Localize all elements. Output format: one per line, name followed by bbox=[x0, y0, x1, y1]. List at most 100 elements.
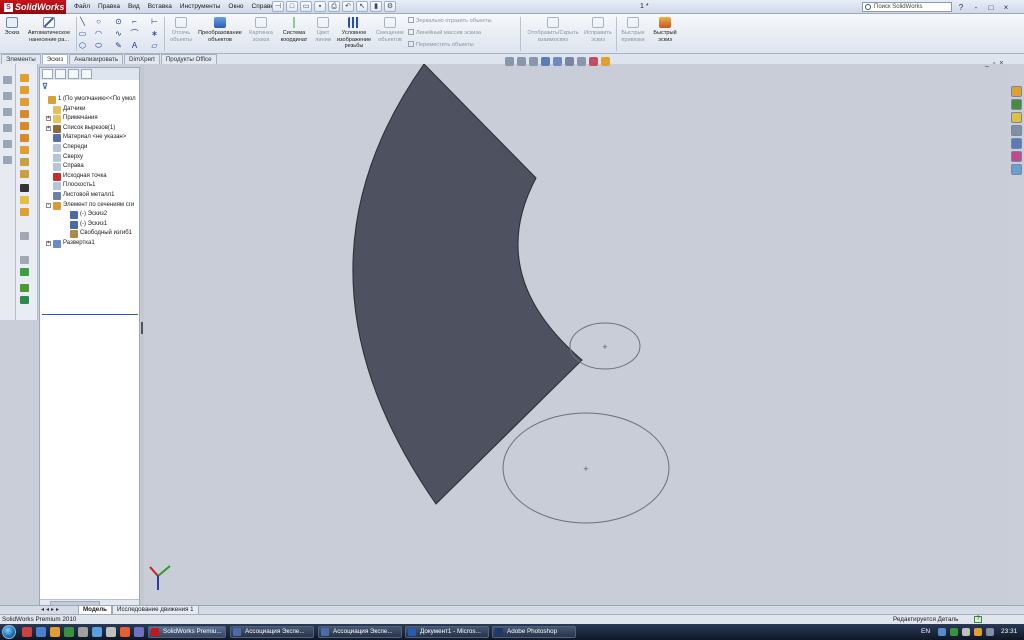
select-cursor-icon[interactable]: ↖ bbox=[356, 1, 368, 12]
edit-appearance-icon[interactable] bbox=[589, 57, 598, 66]
tree-node[interactable]: Спереди bbox=[41, 143, 139, 153]
show-hide-relations-button[interactable]: Отобразить/Скрыть взаимосвяз bbox=[524, 17, 582, 43]
taskbar-item-solidworks[interactable]: SolidWorks Premiu... bbox=[148, 626, 226, 638]
options-icon[interactable]: ⚙ bbox=[384, 1, 396, 12]
quicklaunch-icon-9[interactable] bbox=[134, 627, 144, 637]
tree-node[interactable]: 1 (По умолчанию<<По умол bbox=[41, 95, 139, 105]
expand-toggle-icon[interactable]: + bbox=[46, 116, 51, 122]
trim-button[interactable]: Отсечь объекты bbox=[168, 17, 194, 43]
custom-properties-icon[interactable] bbox=[1011, 164, 1022, 175]
repair-sketch-button[interactable]: Исправить эскиз bbox=[584, 17, 612, 43]
taskbar-item-photoshop[interactable]: Adobe Photoshop bbox=[492, 626, 576, 638]
menu-edit[interactable]: Правка bbox=[94, 0, 124, 14]
property-manager-tab-icon[interactable] bbox=[55, 69, 66, 79]
hem-icon[interactable] bbox=[20, 110, 29, 118]
dimension-sketch-icon[interactable]: ⌐ bbox=[130, 17, 139, 26]
flatten-icon[interactable] bbox=[20, 196, 29, 204]
open-folder-icon[interactable]: ▭ bbox=[300, 1, 312, 12]
apply-scene-icon[interactable] bbox=[601, 57, 610, 66]
rotate-icon[interactable] bbox=[3, 108, 12, 116]
tab-scroll-arrows[interactable]: ◂◂▸▸ bbox=[41, 606, 61, 614]
sketch-picture-button[interactable]: Картинка эскиза bbox=[246, 17, 276, 43]
quicklaunch-icon-3[interactable] bbox=[50, 627, 60, 637]
tray-icon-2[interactable] bbox=[950, 628, 958, 636]
pan-icon[interactable] bbox=[3, 124, 12, 132]
feature-tree-tab-icon[interactable] bbox=[42, 69, 53, 79]
tree-node[interactable]: (-) Эскиз1 bbox=[41, 220, 139, 230]
tree-node[interactable]: Датчики bbox=[41, 105, 139, 115]
smart-dimension-button[interactable]: Автоматическое нанесение ра... bbox=[24, 17, 74, 43]
rectangle-icon[interactable]: ▭ bbox=[78, 29, 87, 38]
quick-snaps-button[interactable]: Быстрые привязки bbox=[618, 17, 648, 43]
rebuild-icon[interactable]: ▮ bbox=[370, 1, 382, 12]
tree-node[interactable]: + Развертка1 bbox=[41, 239, 139, 249]
pin-icon[interactable]: ⊣ bbox=[272, 1, 284, 12]
undo-icon[interactable]: ↶ bbox=[342, 1, 354, 12]
language-indicator[interactable]: EN bbox=[921, 624, 930, 640]
quicklaunch-icon-8[interactable] bbox=[120, 627, 130, 637]
arc-icon[interactable]: ◠ bbox=[94, 29, 103, 38]
tree-node[interactable]: Сверху bbox=[41, 153, 139, 163]
linear-pattern-button[interactable]: Линейный массив эскиза bbox=[408, 29, 481, 37]
design-library-icon[interactable] bbox=[1011, 99, 1022, 110]
tree-node[interactable]: Справа bbox=[41, 162, 139, 172]
convert-entities-button[interactable]: Преобразование объектов bbox=[196, 17, 244, 43]
menu-file[interactable]: Файл bbox=[70, 0, 94, 14]
graphics-area[interactable]: + + bbox=[144, 63, 1008, 608]
tree-node[interactable]: Листовой металл1 bbox=[41, 191, 139, 201]
tab-dimxpert[interactable]: DimXpert bbox=[124, 54, 160, 64]
point-circle-icon[interactable]: ⊙ bbox=[114, 17, 123, 26]
text-icon[interactable]: A bbox=[130, 41, 139, 50]
tray-icon-3[interactable] bbox=[962, 628, 970, 636]
coordinate-system-button[interactable]: Система координат bbox=[278, 17, 310, 43]
tab-office-products[interactable]: Продукты Office bbox=[160, 54, 217, 64]
display-icon[interactable] bbox=[3, 156, 12, 164]
zoom-area-icon[interactable] bbox=[517, 57, 526, 66]
tree-node[interactable]: Исходная точка bbox=[41, 172, 139, 182]
view-palette-icon[interactable] bbox=[1011, 138, 1022, 149]
edge-flange-icon[interactable] bbox=[20, 86, 29, 94]
maximize-button[interactable]: □ bbox=[985, 3, 997, 12]
ellipse-icon[interactable]: ⬭ bbox=[94, 41, 103, 50]
zoom-icon[interactable] bbox=[3, 92, 12, 100]
menu-insert[interactable]: Вставка bbox=[144, 0, 176, 14]
circle-icon[interactable]: ○ bbox=[94, 17, 103, 26]
line-color-button[interactable]: Цвет линии bbox=[312, 17, 334, 43]
rollback-bar[interactable] bbox=[42, 314, 138, 315]
miter-flange-icon[interactable] bbox=[20, 98, 29, 106]
tray-icon-4[interactable] bbox=[974, 628, 982, 636]
file-explorer-icon[interactable] bbox=[1011, 112, 1022, 123]
appearances-icon[interactable] bbox=[1011, 151, 1022, 162]
insert-bends-icon[interactable] bbox=[20, 256, 29, 264]
clock[interactable]: 23:31 bbox=[1001, 624, 1017, 640]
taskbar-item-assoc-2[interactable]: Ассоциация Экспе... bbox=[318, 626, 402, 638]
section-view-icon[interactable] bbox=[541, 57, 550, 66]
status-help-icon[interactable]: ? bbox=[974, 616, 982, 623]
tree-node[interactable]: Материал <не указан> bbox=[41, 133, 139, 143]
rapid-sketch-button[interactable]: Быстрый эскиз bbox=[650, 17, 680, 43]
tab-features[interactable]: Элементы bbox=[1, 54, 41, 64]
base-flange-icon[interactable] bbox=[20, 74, 29, 82]
unfold-icon[interactable] bbox=[20, 158, 29, 166]
mirror-entities-button[interactable]: Зеркально отразить объекты bbox=[408, 17, 491, 25]
start-button[interactable] bbox=[2, 625, 16, 639]
rip-icon[interactable] bbox=[20, 232, 29, 240]
display-style-icon[interactable] bbox=[565, 57, 574, 66]
menu-tools[interactable]: Инструменты bbox=[176, 0, 225, 14]
polygon-icon[interactable]: ⬡ bbox=[78, 41, 87, 50]
quicklaunch-icon-2[interactable] bbox=[36, 627, 46, 637]
taskbar-item-assoc-1[interactable]: Ассоциация Экспе... bbox=[230, 626, 314, 638]
offset-entities-button[interactable]: Смещение объектов bbox=[374, 17, 406, 43]
spline-icon[interactable]: ∿ bbox=[114, 29, 123, 38]
configuration-manager-tab-icon[interactable] bbox=[68, 69, 79, 79]
filter-icon[interactable]: ⊽ bbox=[42, 82, 48, 91]
tree-node[interactable]: + Примечания bbox=[41, 114, 139, 124]
camera-icon[interactable] bbox=[20, 184, 29, 192]
help-icon[interactable]: ? bbox=[955, 3, 967, 12]
save-icon[interactable]: ▪ bbox=[314, 1, 326, 12]
print-icon[interactable]: ⎙ bbox=[328, 1, 340, 12]
doc-close-icon[interactable]: × bbox=[999, 60, 1003, 67]
sketched-bend-icon[interactable] bbox=[20, 134, 29, 142]
view-orientation-icon[interactable] bbox=[553, 57, 562, 66]
forming-tool-icon[interactable] bbox=[20, 284, 29, 292]
